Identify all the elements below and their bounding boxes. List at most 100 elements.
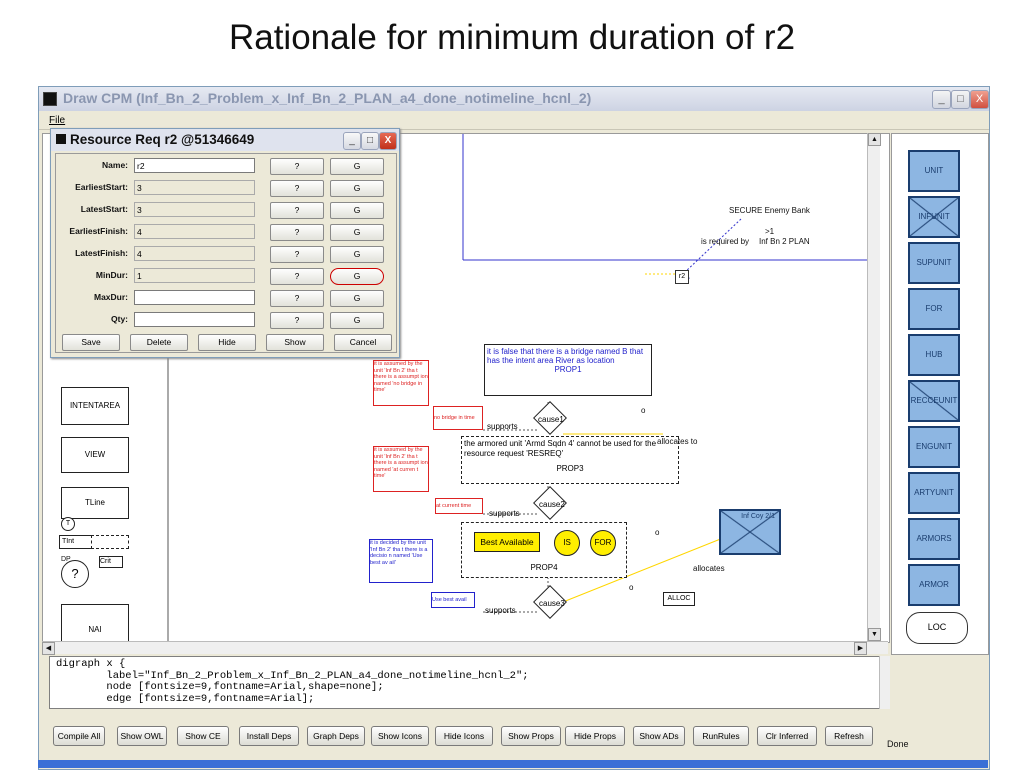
earliest-finish-help-button[interactable]: ?	[270, 224, 324, 241]
is-circle[interactable]: IS	[554, 530, 580, 556]
prop1-node[interactable]: it is false that there is a bridge named…	[484, 344, 652, 396]
prop3-label: PROP3	[556, 464, 584, 473]
show-icons-button[interactable]: Show Icons	[371, 726, 429, 746]
hide-icons-button[interactable]: Hide Icons	[435, 726, 493, 746]
scroll-down-icon[interactable]: ▼	[868, 628, 881, 641]
artyunit-palette-item[interactable]: ARTYUNIT	[908, 472, 960, 514]
show-props-button[interactable]: Show Props	[501, 726, 561, 746]
show-owl-button[interactable]: Show OWL	[117, 726, 167, 746]
use-best-node[interactable]: Use best avail	[431, 592, 475, 608]
show-button[interactable]: Show	[266, 334, 324, 351]
unit-palette[interactable]: UNIT INFUNIT SUPUNIT FOR HUB RECCEUNIT E…	[891, 133, 989, 655]
earliest-start-field[interactable]: 3	[134, 180, 255, 195]
alloc-node[interactable]: ALLOC	[663, 592, 695, 606]
max-dur-field[interactable]	[134, 290, 255, 305]
dialog-maximize-button[interactable]: □	[361, 132, 379, 150]
delete-button[interactable]: Delete	[130, 334, 188, 351]
refresh-button[interactable]: Refresh	[825, 726, 873, 746]
textarea-scrollbar[interactable]	[879, 656, 890, 709]
secure-node[interactable]: SECURE Enemy Bank	[729, 206, 810, 215]
app-title: Draw CPM (Inf_Bn_2_Problem_x_Inf_Bn_2_PL…	[63, 90, 592, 106]
qty-help-button[interactable]: ?	[270, 312, 324, 329]
armors-palette-item[interactable]: ARMORS	[908, 518, 960, 560]
unit-palette-item[interactable]: UNIT	[908, 150, 960, 192]
clr-inferred-button[interactable]: Clr Inferred	[757, 726, 817, 746]
earliest-start-help-button[interactable]: ?	[270, 180, 324, 197]
canvas-horizontal-scrollbar[interactable]: ◀ ▶	[42, 641, 888, 655]
min-dur-help-button[interactable]: ?	[270, 268, 324, 285]
menu-file[interactable]: File	[49, 115, 65, 126]
maximize-button[interactable]: □	[951, 90, 970, 109]
intentarea-node[interactable]: INTENTAREA	[61, 387, 129, 425]
engunit-palette-item[interactable]: ENGUNIT	[908, 426, 960, 468]
tint-node[interactable]: TInt	[59, 535, 95, 549]
prop4-node[interactable]: Best Available IS FOR PROP4	[461, 522, 627, 578]
hide-props-button[interactable]: Hide Props	[565, 726, 625, 746]
install-deps-button[interactable]: Install Deps	[239, 726, 299, 746]
latest-finish-label: LatestFinish:	[75, 248, 128, 258]
qty-field[interactable]	[134, 312, 255, 327]
recceunit-palette-item[interactable]: RECCEUNIT	[908, 380, 960, 422]
latest-finish-field[interactable]: 4	[134, 246, 255, 261]
name-g-button[interactable]: G	[330, 158, 384, 175]
canvas-vertical-scrollbar[interactable]: ▲ ▼	[867, 133, 881, 641]
qty-g-button[interactable]: G	[330, 312, 384, 329]
max-dur-label: MaxDur:	[93, 292, 128, 302]
r2-node[interactable]: r2	[675, 270, 689, 284]
show-ce-button[interactable]: Show CE	[177, 726, 229, 746]
no-bridge-node[interactable]: no bridge in time	[433, 406, 483, 430]
latest-finish-g-button[interactable]: G	[330, 246, 384, 263]
max-dur-help-button[interactable]: ?	[270, 290, 324, 307]
max-dur-g-button[interactable]: G	[330, 290, 384, 307]
infunit-palette-item[interactable]: INFUNIT	[908, 196, 960, 238]
graph-deps-button[interactable]: Graph Deps	[307, 726, 365, 746]
dialog-minimize-button[interactable]: _	[343, 132, 361, 150]
earliest-finish-field[interactable]: 4	[134, 224, 255, 239]
dot-source-textarea[interactable]: digraph x { label="Inf_Bn_2_Problem_x_In…	[49, 656, 889, 709]
earliest-start-g-button[interactable]: G	[330, 180, 384, 197]
hide-button[interactable]: Hide	[198, 334, 256, 351]
crit-node[interactable]: Crit	[99, 556, 123, 568]
save-button[interactable]: Save	[62, 334, 120, 351]
name-help-button[interactable]: ?	[270, 158, 324, 175]
cancel-button[interactable]: Cancel	[334, 334, 392, 351]
assumption-2-note[interactable]: it is assumed by the unit 'Inf Bn 2' tha…	[373, 446, 429, 492]
question-icon[interactable]: ?	[61, 560, 89, 588]
inf-coy-unit-node[interactable]: Inf Coy 2/1	[719, 509, 781, 555]
plan-node[interactable]: Inf Bn 2 PLAN	[759, 237, 810, 246]
best-available-node[interactable]: Best Available	[474, 532, 540, 552]
show-ads-button[interactable]: Show ADs	[633, 726, 685, 746]
prop3-node[interactable]: the armored unit 'Armd Sqdn 4' cannot be…	[461, 436, 679, 484]
latest-start-field[interactable]: 3	[134, 202, 255, 217]
minimize-button[interactable]: _	[932, 90, 951, 109]
at-current-node[interactable]: at current time	[435, 498, 483, 514]
decision-note[interactable]: it is decided by the unit 'Inf Bn 2' tha…	[369, 539, 433, 583]
runrules-button[interactable]: RunRules	[693, 726, 749, 746]
earliest-finish-g-button[interactable]: G	[330, 224, 384, 241]
t-circle-icon[interactable]: T	[61, 517, 75, 531]
min-dur-field[interactable]: 1	[134, 268, 255, 283]
compile-all-button[interactable]: Compile All	[53, 726, 105, 746]
for-circle[interactable]: FOR	[590, 530, 616, 556]
min-dur-g-button[interactable]: G	[330, 268, 384, 285]
scroll-left-icon[interactable]: ◀	[42, 642, 55, 655]
close-button[interactable]: X	[970, 90, 989, 109]
dialog-titlebar[interactable]: Resource Req r2 @51346649 _ □ X	[51, 129, 399, 151]
scroll-up-icon[interactable]: ▲	[868, 133, 881, 146]
latest-finish-help-button[interactable]: ?	[270, 246, 324, 263]
loc-palette-item[interactable]: LOC	[906, 612, 968, 644]
scroll-right-icon[interactable]: ▶	[854, 642, 867, 655]
latest-start-help-button[interactable]: ?	[270, 202, 324, 219]
armor-palette-item[interactable]: ARMOR	[908, 564, 960, 606]
app-titlebar[interactable]: Draw CPM (Inf_Bn_2_Problem_x_Inf_Bn_2_PL…	[39, 87, 989, 111]
nai-node[interactable]: NAI	[61, 604, 129, 642]
assumption-1-note[interactable]: it is assumed by the unit 'Inf Bn 2' tha…	[373, 360, 429, 406]
hub-palette-item[interactable]: HUB	[908, 334, 960, 376]
tline-node[interactable]: TLine	[61, 487, 129, 519]
dialog-close-button[interactable]: X	[379, 132, 397, 150]
name-field[interactable]: r2	[134, 158, 255, 173]
view-node[interactable]: VIEW	[61, 437, 129, 473]
latest-start-g-button[interactable]: G	[330, 202, 384, 219]
supunit-palette-item[interactable]: SUPUNIT	[908, 242, 960, 284]
for-palette-item[interactable]: FOR	[908, 288, 960, 330]
